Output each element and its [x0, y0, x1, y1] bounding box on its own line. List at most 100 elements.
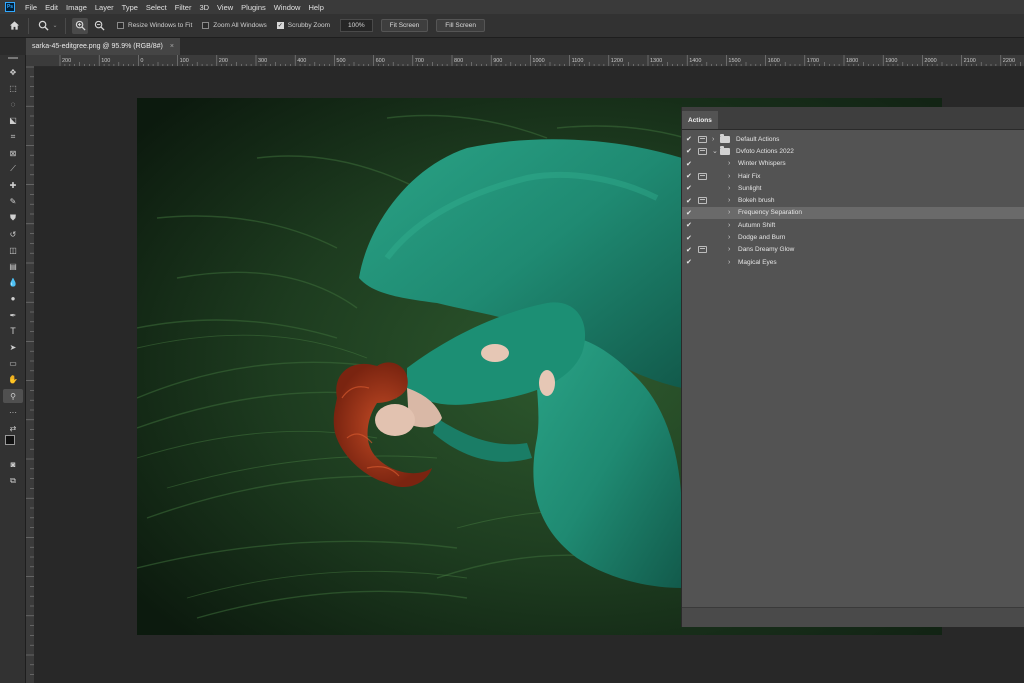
toggle-dialog-icon[interactable]: [698, 197, 707, 205]
toggle-item-checkmark-icon[interactable]: ✔: [682, 221, 696, 229]
action-row[interactable]: ✔ › Dodge and Burn: [682, 231, 1024, 243]
quick-mask-icon[interactable]: ◙: [3, 457, 23, 471]
marquee-tool-icon[interactable]: ⬚: [3, 81, 23, 95]
menu-3d[interactable]: 3D: [195, 3, 213, 12]
menu-plugins[interactable]: Plugins: [237, 3, 270, 12]
zoom-in-icon[interactable]: [72, 17, 88, 34]
toggle-dialog-icon[interactable]: [698, 147, 707, 155]
chevron-right-icon[interactable]: ›: [728, 197, 736, 204]
path-select-tool-icon[interactable]: ➤: [3, 340, 23, 354]
toggle-item-checkmark-icon[interactable]: ✔: [682, 246, 696, 254]
action-set-row[interactable]: ✔ ⌄ Dvfoto Actions 2022: [682, 145, 1024, 157]
hand-tool-icon[interactable]: ✋: [3, 373, 23, 387]
zoom-tool-icon[interactable]: [35, 18, 51, 34]
eyedropper-tool-icon[interactable]: ⟋: [3, 162, 23, 176]
menu-window[interactable]: Window: [270, 3, 305, 12]
action-set-row[interactable]: ✔ › Default Actions: [682, 133, 1024, 145]
dodge-tool-icon[interactable]: ●: [3, 292, 23, 306]
action-row[interactable]: ✔ › Sunlight: [682, 182, 1024, 194]
toggle-dialog-icon[interactable]: [698, 185, 707, 192]
chevron-right-icon[interactable]: ›: [728, 160, 736, 167]
toggle-dialog-icon[interactable]: [698, 172, 707, 180]
action-row[interactable]: ✔ › Hair Fix: [682, 170, 1024, 182]
menu-image[interactable]: Image: [62, 3, 91, 12]
toggle-dialog-icon[interactable]: [698, 259, 707, 266]
fit-screen-button[interactable]: Fit Screen: [380, 19, 429, 32]
zoom-tool-icon[interactable]: ⚲: [3, 389, 23, 403]
toggle-item-checkmark-icon[interactable]: ✔: [682, 209, 696, 217]
menu-layer[interactable]: Layer: [91, 3, 118, 12]
checkbox-box-checked[interactable]: ✓: [276, 22, 284, 29]
checkbox-box[interactable]: [202, 22, 210, 29]
pen-tool-icon[interactable]: ✒: [3, 308, 23, 322]
toggle-item-checkmark-icon[interactable]: ✔: [682, 234, 696, 242]
action-row[interactable]: ✔ › Autumn Shift: [682, 219, 1024, 231]
healing-brush-tool-icon[interactable]: ✚: [3, 178, 23, 192]
brush-tool-icon[interactable]: ✎: [3, 195, 23, 209]
action-label: Bokeh brush: [738, 197, 775, 205]
toggle-dialog-icon[interactable]: [698, 160, 707, 167]
shape-tool-icon[interactable]: ▭: [3, 357, 23, 371]
blur-tool-icon[interactable]: 💧: [3, 276, 23, 290]
history-brush-tool-icon[interactable]: ↺: [3, 227, 23, 241]
chevron-right-icon[interactable]: ›: [728, 234, 736, 241]
tool-preset-chevron-icon[interactable]: ⌄: [51, 18, 59, 34]
document-tab[interactable]: sarka-45-editgree.png @ 95.9% (RGB/8#) ×: [26, 38, 180, 55]
menu-view[interactable]: View: [213, 3, 237, 12]
resize-windows-checkbox[interactable]: Resize Windows to Fit: [117, 22, 192, 29]
screen-mode-icon[interactable]: ⧉: [3, 474, 23, 488]
action-row[interactable]: ✔ › Dans Dreamy Glow: [682, 244, 1024, 256]
toggle-dialog-icon[interactable]: [698, 246, 707, 254]
type-tool-icon[interactable]: T: [3, 324, 23, 338]
scrubby-zoom-checkbox[interactable]: ✓ Scrubby Zoom: [276, 22, 330, 29]
menu-type[interactable]: Type: [118, 3, 142, 12]
action-row[interactable]: ✔ › Winter Whispers: [682, 158, 1024, 170]
toggle-item-checkmark-icon[interactable]: ✔: [682, 197, 696, 205]
more-tools-icon[interactable]: ···: [3, 405, 23, 419]
zoom-all-windows-checkbox[interactable]: Zoom All Windows: [202, 22, 267, 29]
menu-help[interactable]: Help: [304, 3, 327, 12]
close-tab-icon[interactable]: ×: [170, 43, 174, 50]
lasso-tool-icon[interactable]: ◌: [3, 97, 23, 111]
chevron-right-icon[interactable]: ›: [728, 173, 736, 180]
frame-tool-icon[interactable]: ⊠: [3, 146, 23, 160]
clone-stamp-tool-icon[interactable]: ⛊: [3, 211, 23, 225]
zoom-out-icon[interactable]: [91, 18, 107, 34]
color-swatches-icon[interactable]: [3, 433, 23, 455]
toggle-item-checkmark-icon[interactable]: ✔: [682, 172, 696, 180]
chevron-right-icon[interactable]: ›: [728, 246, 736, 253]
checkbox-box[interactable]: [117, 22, 124, 29]
toggle-dialog-icon[interactable]: [698, 135, 707, 143]
home-icon[interactable]: [6, 18, 22, 34]
fill-screen-button[interactable]: Fill Screen: [436, 19, 486, 32]
actions-tab[interactable]: Actions: [682, 111, 718, 129]
action-row[interactable]: ✔ › Bokeh brush: [682, 194, 1024, 206]
toggle-item-checkmark-icon[interactable]: ✔: [682, 258, 696, 266]
toggle-dialog-icon[interactable]: [698, 222, 707, 229]
object-select-tool-icon[interactable]: ⬕: [3, 114, 23, 128]
toggle-item-checkmark-icon[interactable]: ✔: [682, 135, 696, 143]
toggle-item-checkmark-icon[interactable]: ✔: [682, 147, 696, 155]
action-row[interactable]: ✔ › Frequency Separation: [682, 206, 1024, 220]
chevron-right-icon[interactable]: ›: [728, 185, 736, 192]
crop-tool-icon[interactable]: ⌗: [3, 130, 23, 144]
toggle-dialog-icon[interactable]: [698, 234, 707, 241]
toggle-dialog-icon[interactable]: [698, 209, 707, 216]
toggle-item-checkmark-icon[interactable]: ✔: [682, 184, 696, 192]
chevron-right-icon[interactable]: ›: [728, 209, 736, 216]
zoom-percentage-field[interactable]: 100%: [340, 19, 373, 32]
toggle-item-checkmark-icon[interactable]: ✔: [682, 160, 696, 168]
chevron-down-icon[interactable]: ⌄: [712, 147, 720, 155]
menu-filter[interactable]: Filter: [171, 3, 196, 12]
menu-edit[interactable]: Edit: [41, 3, 62, 12]
toolbar-grip[interactable]: [8, 57, 18, 59]
menu-select[interactable]: Select: [142, 3, 171, 12]
gradient-tool-icon[interactable]: ▤: [3, 259, 23, 273]
chevron-right-icon[interactable]: ›: [728, 222, 736, 229]
action-row[interactable]: ✔ › Magical Eyes: [682, 256, 1024, 268]
eraser-tool-icon[interactable]: ◫: [3, 243, 23, 257]
chevron-right-icon[interactable]: ›: [728, 259, 736, 266]
chevron-right-icon[interactable]: ›: [712, 136, 720, 143]
menu-file[interactable]: File: [21, 3, 41, 12]
move-tool-icon[interactable]: ✥: [3, 65, 23, 79]
